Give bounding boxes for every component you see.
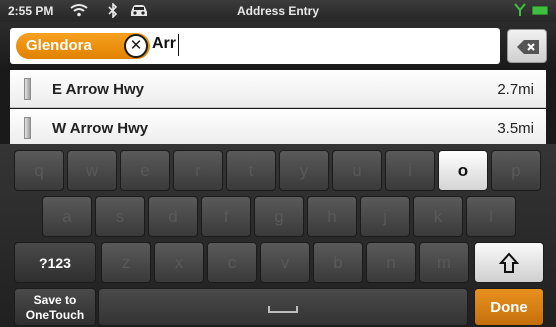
key-d[interactable]: d xyxy=(148,196,198,237)
done-button[interactable]: Done xyxy=(474,288,544,326)
key-c[interactable]: c xyxy=(207,242,257,283)
backspace-icon xyxy=(517,40,539,54)
results-list: E Arrow Hwy 2.7mi W Arrow Hwy 3.5mi xyxy=(10,70,546,144)
list-item[interactable]: W Arrow Hwy 3.5mi xyxy=(10,109,546,144)
key-w[interactable]: w xyxy=(67,150,117,191)
numbers-key[interactable]: ?123 xyxy=(14,242,96,283)
save-label-line2: OneTouch xyxy=(25,308,85,322)
status-bar: 2:55 PM Address Entry xyxy=(0,0,556,22)
key-h[interactable]: h xyxy=(307,196,357,237)
result-name: W Arrow Hwy xyxy=(52,120,149,137)
key-u[interactable]: u xyxy=(332,150,382,191)
city-filter-chip[interactable]: Glendora ✕ xyxy=(16,33,150,59)
key-f[interactable]: f xyxy=(201,196,251,237)
key-t[interactable]: t xyxy=(226,150,276,191)
signal-icon xyxy=(514,3,526,20)
key-a[interactable]: a xyxy=(42,196,92,237)
key-e[interactable]: e xyxy=(120,150,170,191)
result-distance: 3.5mi xyxy=(497,120,534,137)
save-label-line1: Save to xyxy=(33,293,77,307)
key-n[interactable]: n xyxy=(366,242,416,283)
result-name: E Arrow Hwy xyxy=(52,81,144,98)
shift-icon xyxy=(498,252,520,273)
key-y[interactable]: y xyxy=(279,150,329,191)
key-z[interactable]: z xyxy=(101,242,151,283)
key-x[interactable]: x xyxy=(154,242,204,283)
list-item[interactable]: E Arrow Hwy 2.7mi xyxy=(10,70,546,108)
city-chip-label: Glendora xyxy=(26,37,92,54)
key-r[interactable]: r xyxy=(173,150,223,191)
key-m[interactable]: m xyxy=(419,242,469,283)
key-g[interactable]: g xyxy=(254,196,304,237)
space-bar-icon xyxy=(268,306,298,313)
result-distance: 2.7mi xyxy=(497,81,534,98)
close-icon[interactable]: ✕ xyxy=(124,34,148,58)
screen-title: Address Entry xyxy=(236,4,320,18)
key-q[interactable]: q xyxy=(14,150,64,191)
key-p[interactable]: p xyxy=(491,150,541,191)
address-search-input[interactable]: Glendora ✕ Arr xyxy=(10,28,500,64)
key-j[interactable]: j xyxy=(360,196,410,237)
key-k[interactable]: k xyxy=(413,196,463,237)
onscreen-keyboard: qwertyuiop asdfghjkl ?123 zxcvbnm Save t… xyxy=(0,144,556,327)
save-to-onetouch-button[interactable]: Save to OneTouch xyxy=(14,288,96,326)
key-l[interactable]: l xyxy=(466,196,516,237)
street-marker-icon xyxy=(24,78,31,100)
backspace-button[interactable] xyxy=(507,29,547,63)
search-bar: Glendora ✕ Arr xyxy=(0,22,556,70)
key-b[interactable]: b xyxy=(313,242,363,283)
space-key[interactable] xyxy=(98,288,468,326)
key-i[interactable]: i xyxy=(385,150,435,191)
key-o[interactable]: o xyxy=(438,150,488,191)
key-v[interactable]: v xyxy=(260,242,310,283)
text-cursor xyxy=(178,34,179,56)
street-marker-icon xyxy=(24,117,31,139)
battery-icon xyxy=(532,6,548,15)
shift-key[interactable] xyxy=(474,242,544,283)
key-s[interactable]: s xyxy=(95,196,145,237)
search-query-text: Arr xyxy=(152,35,177,52)
